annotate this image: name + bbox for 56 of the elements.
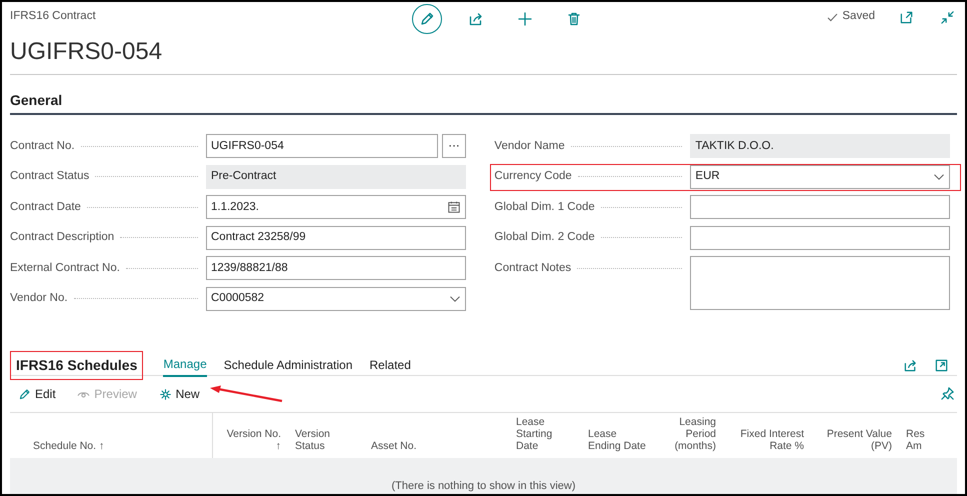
- part-title: IFRS16 Schedules: [10, 350, 144, 380]
- field-label: Contract Status: [10, 169, 90, 184]
- tab[interactable]: Related: [370, 354, 411, 376]
- saved-status: Saved: [842, 9, 875, 24]
- dropdown-field[interactable]: EUR: [690, 164, 950, 189]
- column-header[interactable]: Version No. ↑: [213, 428, 285, 458]
- field-value: TAKTIK D.O.O.: [690, 134, 950, 158]
- field-label: Global Dim. 1 Code: [494, 200, 595, 215]
- field-label: Currency Code: [494, 169, 572, 184]
- action-button[interactable]: New: [152, 385, 206, 403]
- section-title: General: [10, 75, 957, 115]
- input-field[interactable]: 1239/88821/88: [206, 256, 466, 280]
- tab[interactable]: Manage: [163, 353, 207, 377]
- field-label: Contract No.: [10, 138, 75, 154]
- pin-icon[interactable]: [940, 386, 955, 401]
- lookup-button[interactable]: ···: [442, 134, 466, 158]
- edit-icon: [418, 11, 434, 27]
- sparkle-icon: [158, 388, 172, 400]
- record-title: UGIFRS0-054: [9, 37, 164, 67]
- column-header[interactable]: Res Am: [896, 428, 957, 458]
- field-label: Vendor Name: [494, 138, 565, 154]
- expand-icon[interactable]: [934, 358, 949, 372]
- column-header[interactable]: Asset No.: [361, 440, 506, 458]
- pop-out-icon: [898, 10, 914, 24]
- input-field[interactable]: 1.1.2023.: [206, 195, 466, 220]
- field-label: Contract Date: [10, 200, 81, 215]
- check-icon: [827, 12, 838, 22]
- calendar-icon[interactable]: [447, 200, 461, 214]
- plus-icon: [516, 11, 532, 27]
- input-field[interactable]: [690, 195, 950, 220]
- column-header[interactable]: Present Value (PV): [808, 428, 896, 458]
- page-type-label: IFRS16 Contract: [10, 9, 96, 24]
- field-label: Vendor No.: [10, 291, 68, 306]
- action-button[interactable]: Edit: [12, 385, 62, 403]
- share-icon[interactable]: [903, 358, 918, 372]
- field-label: Contract Description: [10, 230, 114, 246]
- field-label: Contract Notes: [494, 260, 572, 276]
- share-icon: [468, 11, 484, 27]
- field-label: Global Dim. 2 Code: [494, 230, 595, 246]
- trash-icon: [566, 11, 582, 27]
- collapse-icon: [940, 10, 954, 24]
- field-label: External Contract No.: [10, 260, 120, 276]
- column-header[interactable]: Lease Starting Date: [506, 416, 578, 458]
- input-field[interactable]: UGIFRS0-054: [206, 134, 438, 158]
- notes-field[interactable]: [690, 256, 950, 310]
- column-header[interactable]: Lease Ending Date: [578, 428, 658, 458]
- input-field[interactable]: [690, 226, 950, 250]
- tab[interactable]: Schedule Administration: [224, 354, 353, 376]
- column-header[interactable]: Fixed Interest Rate %: [720, 428, 808, 458]
- input-field[interactable]: Contract 23258/99: [206, 226, 466, 250]
- empty-message: (There is nothing to show in this view): [391, 478, 576, 494]
- column-header[interactable]: Leasing Period (months): [658, 416, 720, 458]
- dropdown-field[interactable]: C0000582: [206, 286, 466, 311]
- field-value: Pre-Contract: [206, 164, 466, 189]
- pencil-icon: [18, 388, 31, 400]
- column-header[interactable]: Version Status: [285, 428, 361, 458]
